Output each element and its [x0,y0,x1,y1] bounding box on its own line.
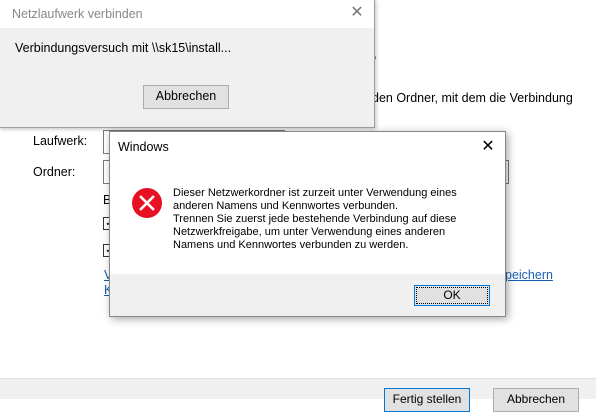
close-icon[interactable]: ✕ [477,137,499,157]
folder-label: Ordner: [33,165,76,179]
drive-label: Laufwerk: [33,134,88,148]
error-message-line: Netzwerkfreigabe, um unter Verwendung ei… [173,226,446,238]
connecting-dialog: Netzlaufwerk verbinden ✕ Verbindungsvers… [0,0,375,128]
error-dialog: Windows ✕ Dieser Netzwerkordner ist zurz… [109,131,506,317]
error-message-line: Dieser Netzwerkordner ist zurzeit unter … [173,187,457,199]
finish-button[interactable]: Fertig stellen [384,388,470,412]
error-dialog-title: Windows [118,140,169,154]
error-dialog-content: Dieser Netzwerkordner ist zurzeit unter … [110,162,505,274]
connecting-cancel-button[interactable]: Abbrechen [143,85,229,109]
connecting-dialog-titlebar: Netzlaufwerk verbinden ✕ [0,0,374,28]
error-message-line: anderen Namens und Kennwortes verbunden. [173,200,399,212]
error-message-line: Trennen Sie zuerst jede bestehende Verbi… [173,213,457,225]
wizard-link-right[interactable]: peichern [505,268,553,282]
connecting-message: Verbindungsversuch mit \\sk15\install... [15,41,232,55]
error-message: Dieser Netzwerkordner ist zurzeit unter … [173,187,495,252]
error-dialog-titlebar: Windows ✕ [110,132,505,162]
connecting-dialog-title: Netzlaufwerk verbinden [12,7,143,21]
close-icon[interactable]: ✕ [346,3,368,23]
error-icon [132,188,162,218]
error-dialog-footer: OK [110,274,505,316]
error-message-line: Namens und Kennwortes verbunden zu werde… [173,239,409,251]
ok-button[interactable]: OK [414,285,490,306]
wizard-description: den Ordner, mit dem die Verbindung [372,91,573,105]
wizard-cancel-button[interactable]: Abbrechen [493,388,579,412]
